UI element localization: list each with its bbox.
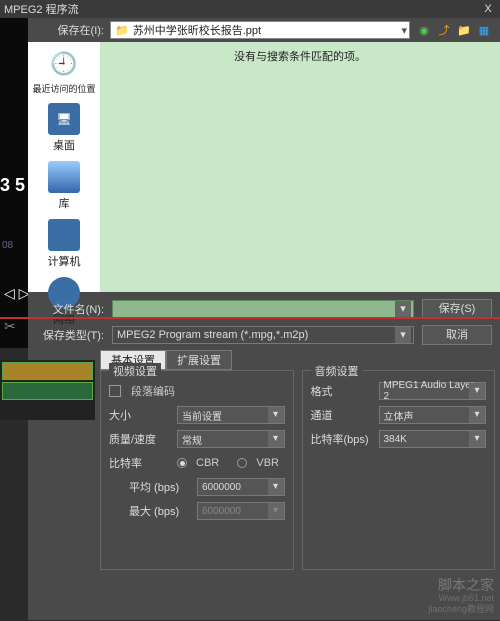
quality-dropdown[interactable]: 常规▾ (177, 430, 285, 448)
save-dialog: 保存在(I): 📁 苏州中学张昕校长报告.ppt ▾ ◉ ⤴ 📁 ▦ 🕘 最近访… (28, 18, 500, 352)
place-computer[interactable]: 计算机 (48, 219, 81, 269)
bitrate-label: 比特率 (109, 455, 171, 471)
video-group-title: 视频设置 (109, 363, 161, 379)
cancel-button[interactable]: 取消 (422, 325, 492, 345)
avg-bitrate-label: 平均 (bps) (129, 479, 191, 495)
back-icon[interactable]: ◉ (416, 22, 432, 38)
library-icon (48, 161, 80, 193)
audio-track[interactable] (2, 382, 93, 400)
highlight-line (0, 317, 500, 319)
filetype-dropdown[interactable]: MPEG2 Program stream (*.mpg,*.m2p) ▾ (112, 326, 414, 344)
chevron-down-icon: ▾ (401, 24, 407, 37)
window-title: MPEG2 程序流 (4, 1, 79, 17)
audio-group-title: 音频设置 (311, 363, 363, 379)
size-dropdown[interactable]: 当前设置▾ (177, 406, 285, 424)
new-folder-icon[interactable]: 📁 (456, 22, 472, 38)
video-settings-group: 视频设置 段落编码 大小 当前设置▾ 质量/速度 常规▾ 比特率 CBR VBR… (100, 370, 294, 570)
segment-encode-checkbox[interactable] (109, 385, 121, 397)
computer-icon (48, 219, 80, 251)
scissors-icon[interactable]: ✂ (4, 318, 16, 335)
channel-label: 通道 (311, 407, 373, 423)
place-desktop[interactable]: 🖥 桌面 (48, 103, 80, 153)
places-sidebar: 🕘 最近访问的位置 🖥 桌面 库 计算机 网络 (28, 42, 100, 292)
filename-label: 文件名(N): (36, 301, 104, 317)
chevron-down-icon[interactable]: ▾ (395, 301, 411, 317)
segment-encode-label: 段落编码 (131, 383, 175, 399)
close-icon[interactable]: X (480, 3, 496, 15)
max-bitrate-label: 最大 (bps) (129, 503, 191, 519)
dialog-toolbar: ◉ ⤴ 📁 ▦ (416, 22, 492, 38)
folder-icon: 📁 (115, 24, 129, 37)
avg-bitrate-field[interactable]: 6000000▾ (197, 478, 285, 496)
desktop-icon: 🖥 (48, 103, 80, 135)
chevron-down-icon[interactable]: ▾ (395, 327, 411, 343)
place-recent[interactable]: 🕘 最近访问的位置 (32, 48, 95, 95)
format-dropdown[interactable]: MPEG1 Audio Layer-2▾ (379, 382, 487, 400)
audio-bitrate-dropdown[interactable]: 384K▾ (379, 430, 487, 448)
recent-icon: 🕘 (48, 48, 80, 80)
size-label: 大小 (109, 407, 171, 423)
watermark: 脚本之家 Www.jb51.net jiaocheng教程网 (428, 577, 494, 615)
cbr-radio[interactable] (177, 458, 187, 468)
audio-bitrate-label: 比特率(bps) (311, 431, 373, 447)
nav-arrows-icon[interactable]: ◁ ▷ (4, 285, 29, 302)
timeline-tracks (0, 360, 95, 420)
filetype-label: 保存类型(T): (36, 327, 104, 343)
video-track[interactable] (2, 362, 93, 380)
max-bitrate-field: 6000000▾ (197, 502, 285, 520)
titlebar: MPEG2 程序流 X (0, 0, 500, 18)
view-icon[interactable]: ▦ (476, 22, 492, 38)
save-path-dropdown[interactable]: 📁 苏州中学张昕校长报告.ppt ▾ (110, 21, 410, 39)
timeline-time: 08 (2, 240, 13, 251)
audio-settings-group: 音频设置 格式 MPEG1 Audio Layer-2▾ 通道 立体声▾ 比特率… (302, 370, 496, 570)
format-label: 格式 (311, 383, 373, 399)
quality-label: 质量/速度 (109, 431, 171, 447)
channel-dropdown[interactable]: 立体声▾ (379, 406, 487, 424)
timeline-number: 3 5 (0, 175, 25, 196)
save-in-label: 保存在(I): (36, 22, 104, 38)
file-list-area: 没有与搜索条件匹配的项。 (100, 42, 500, 292)
up-icon[interactable]: ⤴ (436, 22, 452, 38)
filename-input[interactable]: ▾ (112, 300, 414, 318)
tab-extended[interactable]: 扩展设置 (166, 350, 232, 370)
save-path-text: 苏州中学张昕校长报告.ppt (133, 22, 261, 38)
vbr-radio[interactable] (237, 458, 247, 468)
empty-message: 没有与搜索条件匹配的项。 (234, 51, 366, 63)
save-button[interactable]: 保存(S) (422, 299, 492, 319)
place-library[interactable]: 库 (48, 161, 80, 211)
